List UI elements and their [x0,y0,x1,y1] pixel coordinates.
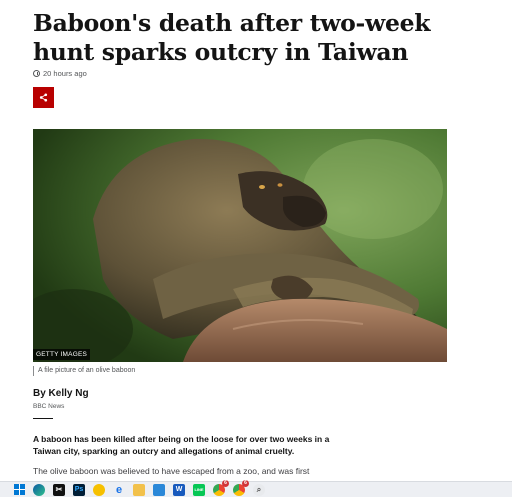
file-explorer-icon[interactable] [133,483,145,496]
capcut-glyph: ✂ [55,485,63,494]
notification-badge: 6 [222,479,229,487]
calendar-app-icon[interactable] [153,483,165,496]
share-icon [39,93,48,102]
image-caption: A file picture of an olive baboon [33,366,135,376]
chrome-icon[interactable]: 6 [213,479,229,496]
ie-label: e [115,483,123,496]
line-app-icon[interactable]: LINE [193,483,205,496]
baboon-photo [33,129,447,362]
word-icon[interactable]: W [173,483,185,496]
hero-image: GETTY IMAGES [33,129,447,362]
photoshop-icon[interactable]: Ps [73,483,85,496]
article-timestamp: 20 hours ago [33,69,87,78]
word-label: W [175,486,183,493]
byline-divider [33,418,53,419]
line-label: LINE [194,487,204,492]
notification-badge: 6 [242,479,249,487]
byline-organization: BBC News [33,403,65,410]
article-headline: Baboon's death after two-week hunt spark… [33,9,431,66]
timestamp-text: 20 hours ago [43,69,87,78]
windows-taskbar: ✂ Ps e W LINE 6 6 ⌕ [0,479,512,497]
edge-browser-icon[interactable] [33,483,45,496]
search-app-icon[interactable]: ⌕ [253,483,265,496]
duck-app-icon[interactable] [93,483,105,496]
search-glyph: ⌕ [256,484,262,494]
body-paragraph: The olive baboon was believed to have es… [33,466,310,476]
photoshop-label: Ps [74,486,84,493]
chrome-profile-icon[interactable]: 6 [233,479,249,496]
capcut-icon[interactable]: ✂ [53,483,65,496]
windows-start-icon[interactable] [14,484,25,495]
image-credit: GETTY IMAGES [33,349,91,360]
clock-icon [33,70,40,77]
byline-author: By Kelly Ng [33,388,89,399]
lead-paragraph: A baboon has been killed after being on … [33,434,330,456]
share-button[interactable] [33,87,54,108]
ie-browser-icon[interactable]: e [113,484,125,496]
